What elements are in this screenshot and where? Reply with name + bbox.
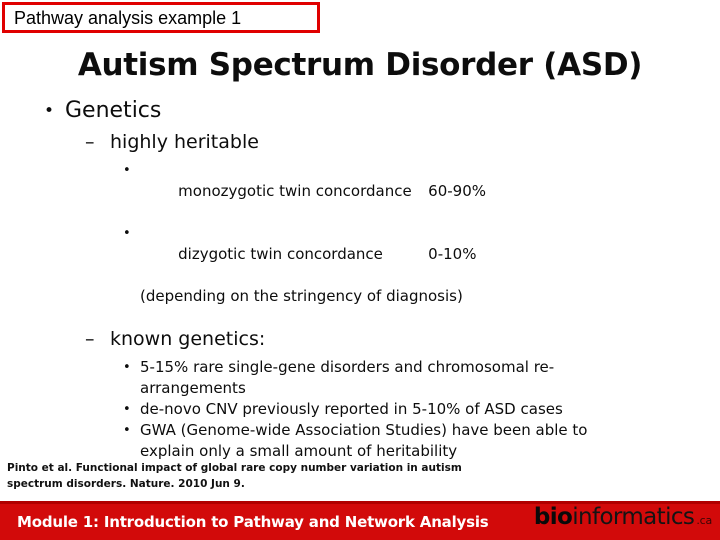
list-item-continuation: explain only a small amount of heritabil… (140, 442, 458, 460)
list-item-text: GWA (Genome-wide Association Studies) ha… (140, 421, 588, 439)
twin-concordance-label: monozygotic twin concordance (178, 182, 412, 200)
bullet-dot-icon: • (123, 360, 131, 375)
bullet-dot-icon: • (123, 423, 131, 438)
list-item-text: 5-15% rare single-gene disorders and chr… (140, 358, 555, 376)
bullet-level1-label: Genetics (65, 98, 162, 123)
citation-reference: Pinto et al. Functional impact of global… (7, 460, 567, 492)
annotation-label: Pathway analysis example 1 (14, 7, 242, 28)
list-item: • GWA (Genome-wide Association Studies) … (0, 420, 720, 441)
footer-module-title: Module 1: Introduction to Pathway and Ne… (17, 513, 489, 531)
citation-line-2: spectrum disorders. Nature. 2010 Jun 9. (7, 478, 245, 490)
bullet-level3-group-heritable: • monozygotic twin concordance 60-90% • d… (0, 160, 720, 307)
slide-body: • Genetics – highly heritable • monozygo… (0, 96, 720, 462)
twin-concordance-value: 0-10% (428, 245, 477, 263)
bullet-dash-icon: – (85, 328, 95, 350)
list-item: • dizygotic twin concordance 0-10% (0, 223, 720, 286)
logo-informatics-text: informatics (572, 504, 695, 530)
bullet-level2-highly-heritable: – highly heritable (0, 128, 720, 156)
list-item: • monozygotic twin concordance 60-90% (0, 160, 720, 223)
list-item: • 5-15% rare single-gene disorders and c… (0, 357, 720, 378)
bullet-level2-label: known genetics: (110, 328, 266, 350)
list-item-continuation: arrangements (140, 379, 246, 397)
list-item: • de-novo CNV previously reported in 5-1… (0, 399, 720, 420)
bullet-level2-label: highly heritable (110, 131, 259, 153)
bullet-level3-group-known-genetics: • 5-15% rare single-gene disorders and c… (0, 357, 720, 462)
bullet-dash-icon: – (85, 131, 95, 153)
twin-concordance-value: 60-90% (428, 182, 486, 200)
list-item-text: de-novo CNV previously reported in 5-10%… (140, 400, 563, 418)
logo-bio-text: bio (533, 504, 573, 530)
citation-line-1: Pinto et al. Functional impact of global… (7, 462, 462, 474)
twin-concordance-label: dizygotic twin concordance (178, 245, 383, 263)
bullet-dot-icon: • (123, 163, 131, 178)
diagnosis-stringency-note: (depending on the stringency of diagnosi… (140, 287, 463, 305)
bullet-dot-icon: • (44, 101, 55, 121)
bullet-dot-icon: • (123, 402, 131, 417)
bullet-dot-icon: • (123, 226, 131, 241)
annotation-callout-box: Pathway analysis example 1 (2, 2, 320, 33)
bioinformatics-logo: bio informatics .ca (534, 506, 712, 529)
logo-ca-suffix: .ca (696, 514, 712, 527)
bullet-level1-genetics: • Genetics (0, 96, 720, 126)
page-title: Autism Spectrum Disorder (ASD) (77, 47, 643, 83)
bullet-level2-known-genetics: – known genetics: (0, 325, 720, 353)
